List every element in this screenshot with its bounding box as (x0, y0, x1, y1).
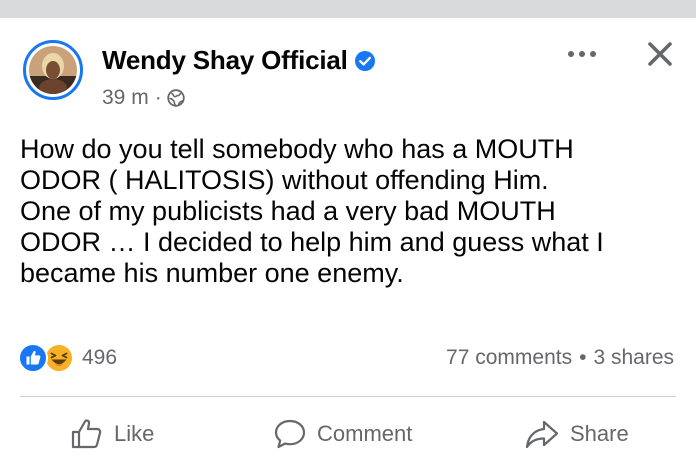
comment-label: Comment (317, 421, 413, 446)
post-card: Wendy Shay Official 39 m · How do you te… (0, 18, 696, 467)
shares-count[interactable]: 3 shares (593, 346, 674, 370)
post-meta: 39 m · (102, 86, 185, 110)
like-label: Like (114, 421, 155, 446)
globe-icon (166, 89, 185, 107)
avatar-photo (29, 46, 77, 94)
author-row: Wendy Shay Official (102, 45, 376, 76)
post-text-line: ODOR … I decided to help him and guess w… (20, 227, 604, 257)
author-name[interactable]: Wendy Shay Official (102, 45, 348, 76)
engagement-separator: • (579, 346, 587, 369)
post-text-line: became his number one enemy. (20, 258, 404, 288)
post-text: How do you tell somebody who has a MOUTH… (20, 134, 670, 289)
avatar[interactable] (23, 40, 83, 100)
actions-divider (20, 396, 676, 397)
verified-badge-icon (354, 50, 376, 72)
like-reaction-icon (18, 343, 48, 373)
top-gray-strip (0, 0, 696, 18)
share-arrow-icon (525, 420, 559, 449)
reaction-icons (18, 342, 80, 374)
post-timestamp[interactable]: 39 m (102, 86, 149, 110)
comments-count[interactable]: 77 comments (446, 346, 572, 370)
comment-button[interactable]: Comment (273, 414, 412, 454)
close-button[interactable] (640, 34, 680, 74)
like-button[interactable]: Like (70, 414, 154, 454)
engagement-summary: 77 comments • 3 shares (446, 346, 674, 370)
share-label: Share (570, 421, 629, 446)
post-text-line: One of my publicists had a very bad MOUT… (20, 196, 556, 226)
post-text-line: How do you tell somebody who has a MOUTH (20, 134, 574, 164)
haha-reaction-icon (44, 343, 74, 373)
comment-bubble-icon (274, 419, 306, 449)
reaction-count: 496 (82, 346, 118, 369)
more-horizontal-icon (568, 51, 596, 57)
close-icon (648, 42, 672, 66)
post-text-line: ODOR ( HALITOSIS) without offending Him. (20, 165, 549, 195)
meta-separator: · (154, 86, 162, 109)
more-options-button[interactable] (560, 40, 604, 68)
share-button[interactable]: Share (524, 414, 629, 454)
thumbs-up-icon (71, 419, 102, 449)
reactions-summary[interactable]: 496 (18, 342, 117, 374)
